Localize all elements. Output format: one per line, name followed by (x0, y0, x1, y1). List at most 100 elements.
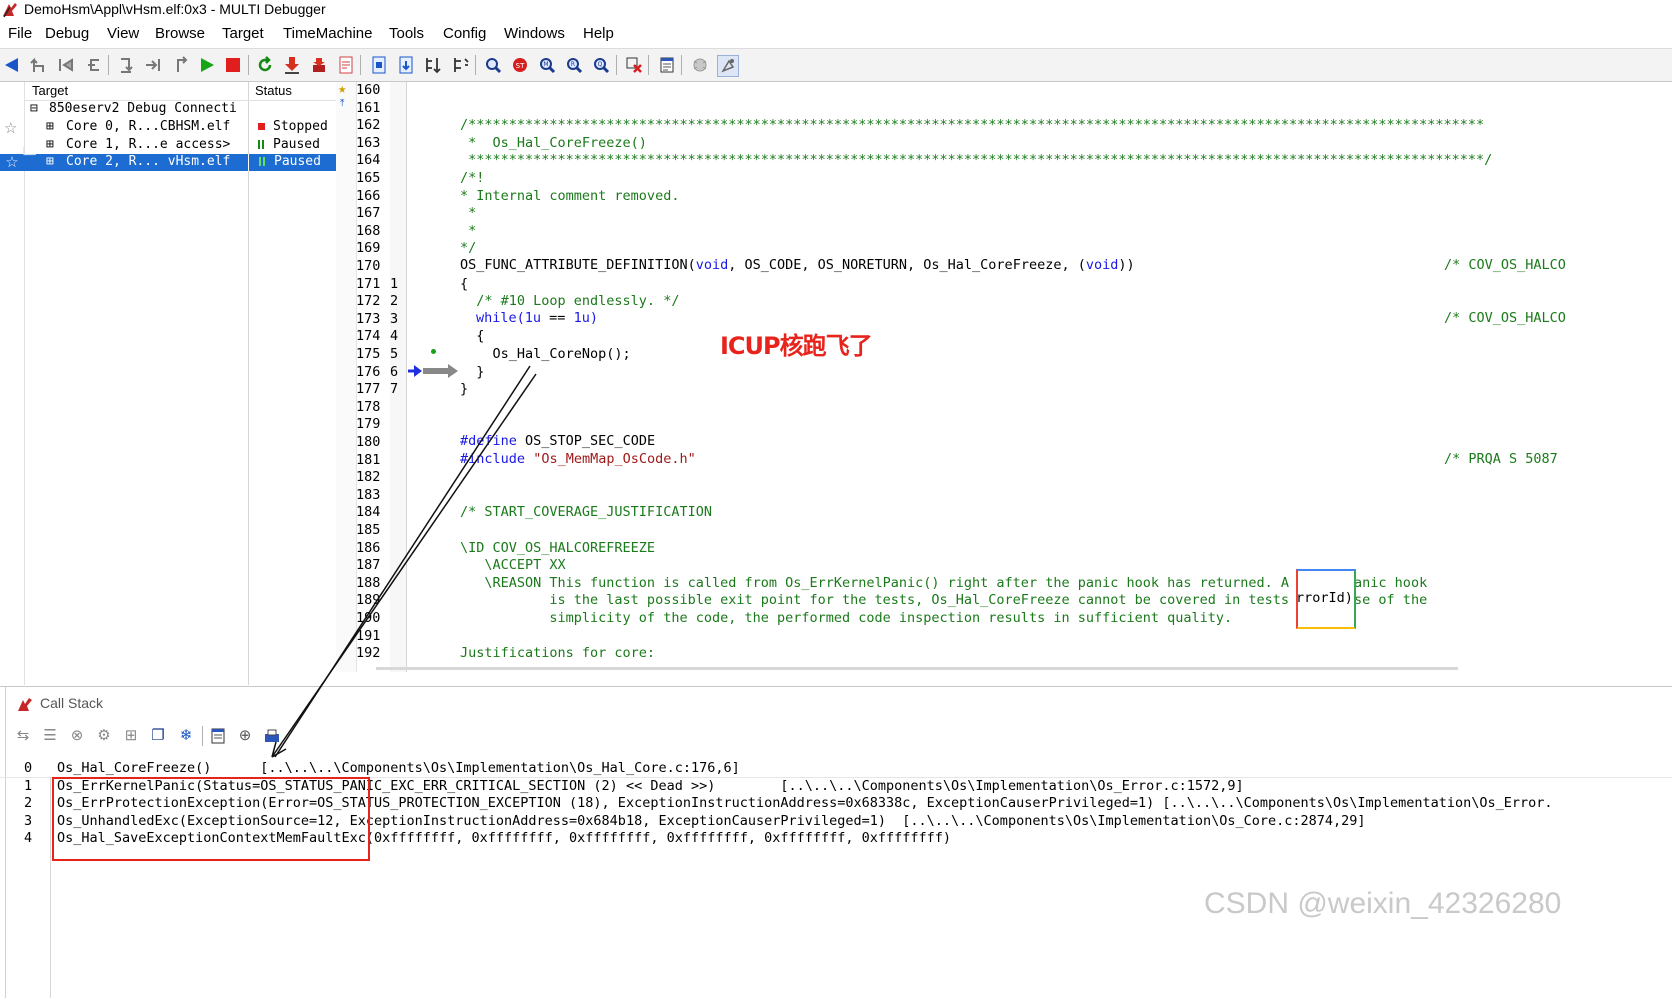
notepad-icon[interactable] (208, 726, 228, 746)
quick-watch-icon[interactable]: Q (591, 55, 611, 75)
target-row-core0[interactable]: ⊞ Core 0, R...CBHSM.elf Stopped (24, 119, 336, 136)
breakpoint-icon[interactable] (624, 55, 644, 75)
star-outline-icon[interactable]: ☆ (4, 119, 17, 137)
up-stack-icon[interactable] (28, 55, 48, 75)
line-number[interactable]: 188 (356, 575, 392, 593)
line-number[interactable]: 184 (356, 504, 392, 522)
tree-collapse-icon[interactable] (451, 55, 471, 75)
target-row-core2[interactable]: └─ ⊞ Core 2, R... vHsm.elf Paused (20, 148, 336, 171)
line-number[interactable]: 190 (356, 610, 392, 628)
statement-number: 2 (390, 293, 399, 310)
collapse-toggle-icon[interactable]: ⊟ (30, 101, 38, 116)
horizontal-scrollbar[interactable] (376, 667, 1458, 670)
target-row-connection[interactable]: ⊟ 850eserv2 Debug Connecti (24, 101, 336, 118)
menu-view[interactable]: View (107, 25, 139, 42)
line-number[interactable]: 187 (356, 557, 392, 575)
restart-icon[interactable] (255, 55, 275, 75)
step-out-icon[interactable] (171, 55, 191, 75)
code-line: } (460, 381, 469, 398)
source-file-icon[interactable] (369, 55, 389, 75)
line-number[interactable]: 162 (356, 117, 392, 135)
menu-target[interactable]: Target (222, 25, 264, 42)
line-number[interactable]: 160 (356, 82, 392, 100)
freeze-icon[interactable]: ❄ (176, 726, 196, 746)
line-number[interactable]: 170 (356, 258, 392, 276)
screenshot-tool-icon[interactable] (717, 55, 739, 77)
source-editor[interactable]: ★ ⤒ 160 161 162/**************************… (336, 82, 1672, 685)
line-number[interactable]: 173 (356, 311, 392, 329)
expand-toggle-icon[interactable]: ⊞ (46, 137, 54, 152)
register-view-icon[interactable]: R (564, 55, 584, 75)
zoom-icon[interactable]: ⊕ (235, 726, 255, 746)
line-number[interactable]: 164 (356, 152, 392, 170)
breakpoint-dot-icon[interactable] (431, 349, 436, 354)
line-number[interactable]: 172 (356, 293, 392, 311)
menu-config[interactable]: Config (443, 25, 486, 42)
memory-view-icon[interactable]: M (537, 55, 557, 75)
copy-icon[interactable]: ❐ (148, 726, 168, 746)
goto-pc-icon[interactable]: ⤒ (340, 98, 344, 109)
line-number[interactable]: 192 (356, 645, 392, 663)
target-row-core1[interactable]: ⊞ Core 1, R...e access> Paused (24, 137, 336, 154)
step-over-icon[interactable] (143, 55, 163, 75)
line-number[interactable]: 174 (356, 328, 392, 346)
line-number[interactable]: 166 (356, 188, 392, 206)
line-number[interactable]: 180 (356, 434, 392, 452)
code-line-170: OS_FUNC_ATTRIBUTE_DEFINITION(void, OS_CO… (460, 257, 1135, 273)
target-column-header[interactable]: Target (32, 83, 68, 101)
line-number[interactable]: 186 (356, 540, 392, 558)
notepad-icon[interactable] (657, 55, 677, 75)
line-number[interactable]: 178 (356, 399, 392, 417)
back-arrow-icon[interactable] (2, 55, 22, 75)
run-icon[interactable] (197, 55, 217, 75)
line-number[interactable]: 175 (356, 346, 392, 364)
line-number[interactable]: 169 (356, 240, 392, 258)
line-number[interactable]: 171 (356, 276, 392, 294)
return-back-icon[interactable] (84, 55, 104, 75)
expand-toggle-icon[interactable]: ⊞ (46, 119, 54, 134)
tool-icon[interactable]: ⚙ (94, 726, 114, 746)
line-number[interactable]: 191 (356, 628, 392, 646)
line-number[interactable]: 182 (356, 469, 392, 487)
download-icon[interactable] (282, 55, 302, 75)
status-text: Paused (274, 154, 321, 169)
star-filled-icon[interactable]: ★ (338, 82, 346, 97)
line-number[interactable]: 177 (356, 381, 392, 399)
code-line: * (460, 222, 477, 239)
zoom-icon[interactable] (483, 55, 503, 75)
line-number[interactable]: 176 (356, 364, 392, 382)
flash-icon[interactable] (309, 55, 329, 75)
menu-windows[interactable]: Windows (504, 25, 565, 42)
menu-file[interactable]: File (8, 25, 32, 42)
bug-icon[interactable] (690, 55, 710, 75)
frame-list-icon[interactable]: ☰ (40, 726, 60, 746)
menu-tools[interactable]: Tools (389, 25, 424, 42)
expand-toggle-icon[interactable]: ⊞ (46, 154, 54, 169)
step-into-icon[interactable] (116, 55, 136, 75)
file-down-icon[interactable] (396, 55, 416, 75)
line-number[interactable]: 185 (356, 522, 392, 540)
menu-browse[interactable]: Browse (155, 25, 205, 42)
menu-help[interactable]: Help (583, 25, 614, 42)
status-column-header[interactable]: Status (255, 83, 292, 101)
frame-nav-icon[interactable]: ⇆ (13, 726, 33, 746)
tree-icon[interactable]: ⊞ (121, 726, 141, 746)
line-number[interactable]: 168 (356, 223, 392, 241)
search-icon[interactable]: ⊗ (67, 726, 87, 746)
line-number[interactable]: 165 (356, 170, 392, 188)
document-icon[interactable] (336, 55, 356, 75)
menu-debug[interactable]: Debug (45, 25, 89, 42)
line-number[interactable]: 181 (356, 452, 392, 470)
print-icon[interactable] (262, 726, 282, 746)
tree-expand-icon[interactable] (423, 55, 443, 75)
stop-record-icon[interactable]: ST (510, 55, 530, 75)
line-number[interactable]: 163 (356, 135, 392, 153)
line-number[interactable]: 183 (356, 487, 392, 505)
menu-timemachine[interactable]: TimeMachine (283, 25, 372, 42)
line-number[interactable]: 161 (356, 100, 392, 118)
halt-icon[interactable] (223, 55, 243, 75)
line-number[interactable]: 189 (356, 592, 392, 610)
line-number[interactable]: 167 (356, 205, 392, 223)
line-number[interactable]: 179 (356, 416, 392, 434)
step-back-icon[interactable] (56, 55, 76, 75)
